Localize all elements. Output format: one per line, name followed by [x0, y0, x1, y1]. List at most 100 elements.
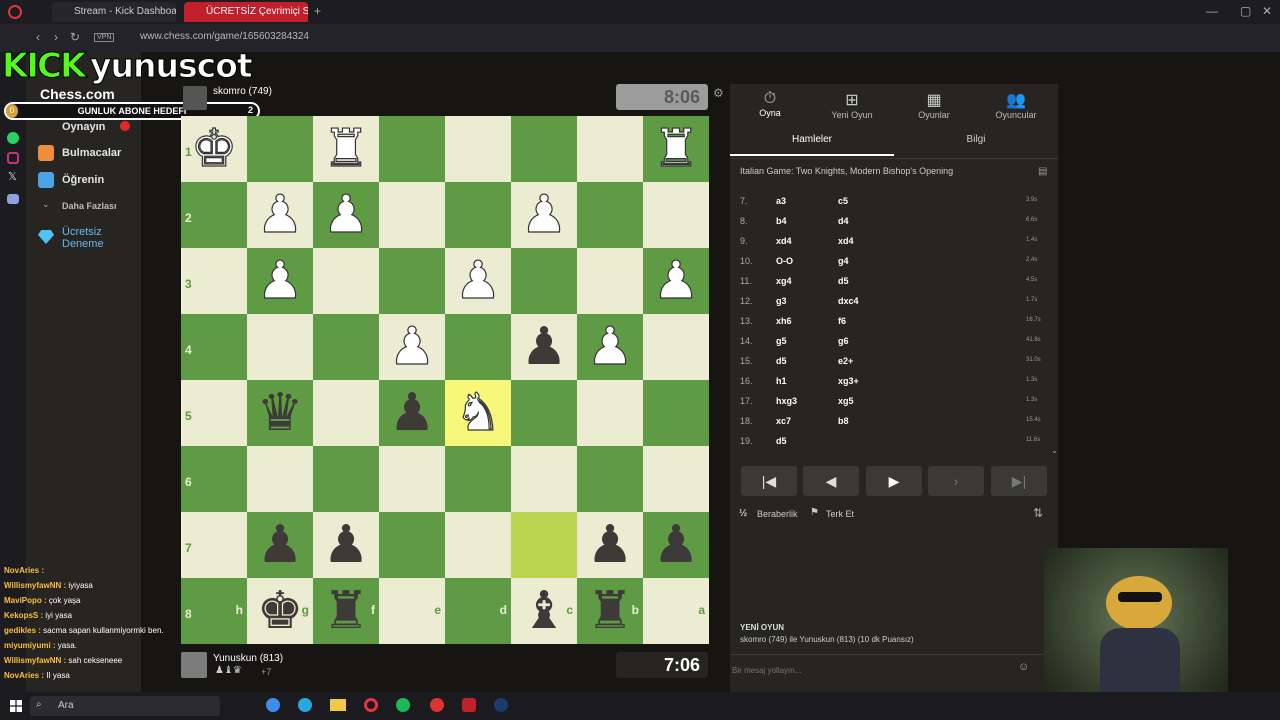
x-icon[interactable]: 𝕏 — [8, 170, 17, 183]
white-move[interactable]: xg4 — [776, 276, 792, 286]
maximize-icon[interactable]: ▢ — [1240, 4, 1251, 18]
white-rook-piece[interactable]: ♜ — [322, 119, 370, 178]
flip-board-icon[interactable]: ⇅ — [1033, 506, 1043, 520]
board-square[interactable]: e — [379, 578, 445, 644]
board-square[interactable]: ♜ — [643, 116, 709, 182]
url-field[interactable]: www.chess.com/game/165603284324 — [140, 31, 309, 42]
top-player-name[interactable]: skomro (749) — [213, 86, 272, 97]
black-move[interactable]: f6 — [838, 316, 846, 326]
board-square[interactable]: ♟ — [511, 314, 577, 380]
white-move[interactable]: d5 — [776, 356, 787, 366]
board-square[interactable]: ♟ — [379, 380, 445, 446]
board-square[interactable] — [445, 314, 511, 380]
first-move-button[interactable]: |◀ — [741, 466, 797, 496]
white-move[interactable]: xc7 — [776, 416, 791, 426]
spotify-icon[interactable] — [396, 698, 410, 712]
board-square[interactable]: ♟ — [643, 512, 709, 578]
board-square[interactable] — [511, 512, 577, 578]
app-icon[interactable] — [462, 698, 476, 712]
instagram-icon[interactable] — [7, 152, 19, 164]
board-square[interactable] — [643, 446, 709, 512]
prev-move-button[interactable]: ◀ — [803, 466, 859, 496]
board-square[interactable]: 6 — [181, 446, 247, 512]
white-pawn-piece[interactable]: ♟ — [586, 317, 634, 376]
sidebar-item-puzzles[interactable]: Bulmacalar — [62, 147, 121, 159]
white-pawn-piece[interactable]: ♟ — [652, 251, 700, 310]
black-move[interactable]: b8 — [838, 416, 849, 426]
white-move[interactable]: g3 — [776, 296, 787, 306]
discord-icon[interactable] — [7, 194, 19, 204]
board-square[interactable] — [511, 446, 577, 512]
chesscom-logo[interactable]: Chess.com — [40, 86, 115, 102]
settings-gear-icon[interactable]: ⚙ — [713, 86, 724, 100]
reload-icon[interactable]: ↻ — [70, 30, 80, 44]
tab-games[interactable]: ▦ Oyunlar — [894, 90, 974, 120]
board-square[interactable] — [445, 446, 511, 512]
board-square[interactable] — [379, 116, 445, 182]
white-move[interactable]: hxg3 — [776, 396, 797, 406]
board-square[interactable] — [577, 248, 643, 314]
edge-icon[interactable] — [266, 698, 280, 712]
board-square[interactable]: c ♝ — [511, 578, 577, 644]
board-square[interactable]: ♟ — [313, 182, 379, 248]
board-square[interactable] — [511, 248, 577, 314]
black-bishop-piece[interactable]: ♝ — [521, 582, 568, 640]
white-pawn-piece[interactable]: ♟ — [256, 185, 304, 244]
board-square[interactable]: 5 — [181, 380, 247, 446]
windows-icon[interactable] — [10, 700, 22, 712]
board-square[interactable]: 3 — [181, 248, 247, 314]
board-square[interactable] — [445, 182, 511, 248]
resign-button[interactable]: Terk Et — [826, 509, 854, 519]
sidebar-item-learn[interactable]: Öğrenin — [62, 174, 104, 186]
board-square[interactable]: ♟ — [643, 248, 709, 314]
white-move[interactable]: d5 — [776, 436, 787, 446]
white-move[interactable]: xd4 — [776, 236, 792, 246]
board-square[interactable] — [577, 182, 643, 248]
tab-kick-dashboard[interactable]: Stream - Kick Dashboard — [52, 2, 176, 22]
black-move[interactable]: xg3+ — [838, 376, 859, 386]
sidebar-item-more[interactable]: Daha Fazlası — [62, 201, 117, 211]
board-square[interactable] — [577, 116, 643, 182]
board-square[interactable]: ♟ — [511, 182, 577, 248]
opera-icon[interactable] — [364, 698, 378, 712]
tab-moves[interactable]: Hamleler — [730, 128, 894, 156]
board-square[interactable] — [643, 182, 709, 248]
chess-board[interactable]: 1 ♚ ♜ ♜ 2 ♟ ♟ ♟ 3 ♟ ♟ ♟ 4 ♟ ♟ ♟ 5 ♛ ♟ ♞ 6 7 ♟ ♟ ♟ ♟ 8 h g ♚ f ♜ e d c ♝ b ♜ a — [181, 116, 709, 644]
black-move[interactable]: e2+ — [838, 356, 853, 366]
black-move[interactable]: xg5 — [838, 396, 854, 406]
board-square[interactable]: ♟ — [247, 248, 313, 314]
board-square[interactable] — [577, 380, 643, 446]
board-square[interactable]: ♟ — [379, 314, 445, 380]
board-square[interactable] — [379, 182, 445, 248]
folder-icon[interactable] — [330, 699, 346, 711]
white-pawn-piece[interactable]: ♟ — [454, 251, 502, 310]
new-tab-icon[interactable]: + — [314, 4, 321, 18]
board-square[interactable] — [379, 446, 445, 512]
sidebar-item-play[interactable]: Oynayın — [62, 121, 105, 133]
board-square[interactable]: ♟ — [445, 248, 511, 314]
tab-chess[interactable]: ÜCRETSİZ Çevrimiçi Satranç — [184, 2, 308, 22]
board-square[interactable]: ♜ — [313, 116, 379, 182]
board-square[interactable] — [577, 446, 643, 512]
opera-icon[interactable] — [8, 5, 22, 19]
scroll-down-icon[interactable]: ⌄ — [1051, 446, 1058, 455]
white-knight-piece[interactable]: ♞ — [454, 383, 502, 442]
app-icon[interactable] — [430, 698, 444, 712]
board-square[interactable] — [511, 116, 577, 182]
browser-icon[interactable] — [298, 698, 312, 712]
black-move[interactable]: g4 — [838, 256, 849, 266]
black-pawn-piece[interactable]: ♟ — [323, 516, 370, 574]
board-square[interactable] — [643, 380, 709, 446]
chat-input[interactable] — [732, 662, 1012, 678]
white-pawn-piece[interactable]: ♟ — [520, 185, 568, 244]
board-square[interactable] — [313, 248, 379, 314]
tab-players[interactable]: 👥 Oyuncular — [976, 90, 1056, 120]
black-queen-piece[interactable]: ♛ — [257, 384, 304, 442]
tab-info[interactable]: Bilgi — [894, 128, 1058, 156]
white-move[interactable]: g5 — [776, 336, 787, 346]
black-move[interactable]: xd4 — [838, 236, 854, 246]
last-move-button[interactable]: ▶| — [991, 466, 1047, 496]
board-square[interactable] — [247, 314, 313, 380]
black-pawn-piece[interactable]: ♟ — [587, 516, 634, 574]
steam-icon[interactable] — [494, 698, 508, 712]
